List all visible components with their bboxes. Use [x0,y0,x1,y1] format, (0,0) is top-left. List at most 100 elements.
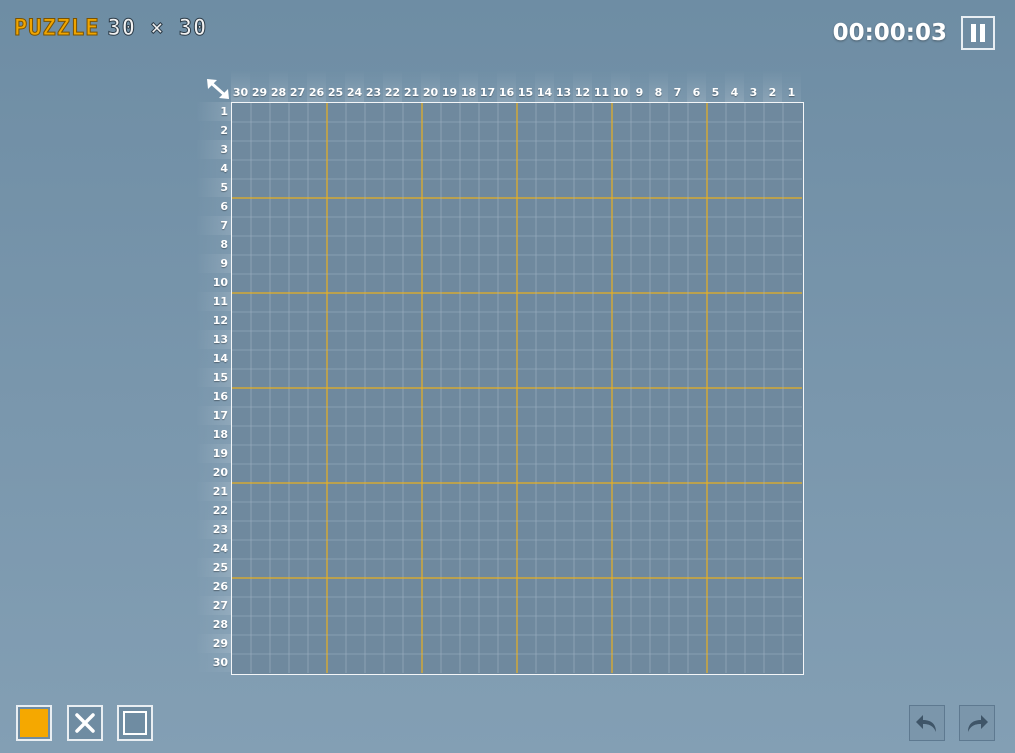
grid-cell[interactable] [612,312,631,331]
grid-cell[interactable] [650,616,669,635]
grid-cell[interactable] [517,141,536,160]
grid-cell[interactable] [365,635,384,654]
grid-cell[interactable] [517,274,536,293]
grid-cell[interactable] [251,388,270,407]
grid-cell[interactable] [536,236,555,255]
grid-cell[interactable] [707,502,726,521]
grid-cell[interactable] [232,217,251,236]
grid-cell[interactable] [764,369,783,388]
grid-cell[interactable] [517,483,536,502]
grid-cell[interactable] [745,274,764,293]
grid-cell[interactable] [441,654,460,673]
grid-cell[interactable] [308,217,327,236]
grid-cell[interactable] [669,312,688,331]
grid-cell[interactable] [593,255,612,274]
grid-cell[interactable] [270,141,289,160]
grid-cell[interactable] [631,274,650,293]
grid-cell[interactable] [612,350,631,369]
grid-cell[interactable] [707,160,726,179]
grid-cell[interactable] [422,559,441,578]
grid-cell[interactable] [232,293,251,312]
grid-cell[interactable] [251,160,270,179]
grid-cell[interactable] [270,236,289,255]
grid-cell[interactable] [251,559,270,578]
grid-cell[interactable] [251,540,270,559]
grid-cell[interactable] [536,198,555,217]
grid-cell[interactable] [365,597,384,616]
grid-cell[interactable] [270,293,289,312]
undo-button[interactable] [909,705,945,741]
grid-cell[interactable] [327,350,346,369]
grid-cell[interactable] [289,540,308,559]
grid-cell[interactable] [783,103,802,122]
grid-cell[interactable] [251,312,270,331]
grid-cell[interactable] [460,597,479,616]
grid-cell[interactable] [688,445,707,464]
grid-cell[interactable] [498,312,517,331]
grid-cell[interactable] [650,350,669,369]
grid-cell[interactable] [764,217,783,236]
grid-cell[interactable] [669,179,688,198]
grid-cell[interactable] [308,198,327,217]
grid-cell[interactable] [422,217,441,236]
grid-cell[interactable] [327,293,346,312]
grid-cell[interactable] [574,198,593,217]
grid-cell[interactable] [460,407,479,426]
grid-cell[interactable] [726,293,745,312]
grid-cell[interactable] [460,635,479,654]
grid-cell[interactable] [289,293,308,312]
grid-cell[interactable] [555,597,574,616]
grid-cell[interactable] [365,255,384,274]
grid-cell[interactable] [232,597,251,616]
grid-cell[interactable] [498,635,517,654]
grid-cell[interactable] [251,597,270,616]
grid-cell[interactable] [612,464,631,483]
grid-cell[interactable] [555,312,574,331]
grid-cell[interactable] [593,236,612,255]
grid-cell[interactable] [346,578,365,597]
grid-cell[interactable] [403,597,422,616]
grid-cell[interactable] [460,369,479,388]
grid-cell[interactable] [289,141,308,160]
grid-cell[interactable] [479,654,498,673]
grid-cell[interactable] [479,369,498,388]
grid-cell[interactable] [441,122,460,141]
grid-cell[interactable] [479,635,498,654]
grid-cell[interactable] [612,540,631,559]
grid-cell[interactable] [270,122,289,141]
grid-cell[interactable] [726,426,745,445]
grid-cell[interactable] [650,331,669,350]
grid-cell[interactable] [593,179,612,198]
grid-cell[interactable] [536,502,555,521]
grid-cell[interactable] [593,293,612,312]
grid-cell[interactable] [327,521,346,540]
grid-cell[interactable] [422,160,441,179]
grid-cell[interactable] [308,597,327,616]
grid-cell[interactable] [517,559,536,578]
grid-cell[interactable] [289,426,308,445]
grid-cell[interactable] [593,559,612,578]
grid-cell[interactable] [422,407,441,426]
grid-cell[interactable] [536,407,555,426]
grid-cell[interactable] [612,502,631,521]
grid-cell[interactable] [422,483,441,502]
grid-cell[interactable] [251,483,270,502]
grid-cell[interactable] [460,559,479,578]
grid-cell[interactable] [631,350,650,369]
grid-cell[interactable] [460,464,479,483]
grid-cell[interactable] [289,616,308,635]
grid-cell[interactable] [346,198,365,217]
grid-cell[interactable] [536,388,555,407]
grid-cell[interactable] [365,464,384,483]
grid-cell[interactable] [783,407,802,426]
grid-cell[interactable] [346,426,365,445]
grid-cell[interactable] [308,369,327,388]
grid-cell[interactable] [289,255,308,274]
grid-cell[interactable] [631,369,650,388]
grid-cell[interactable] [384,521,403,540]
grid-cell[interactable] [517,160,536,179]
grid-cell[interactable] [745,521,764,540]
grid-cell[interactable] [251,236,270,255]
grid-cell[interactable] [346,255,365,274]
grid-cell[interactable] [783,559,802,578]
